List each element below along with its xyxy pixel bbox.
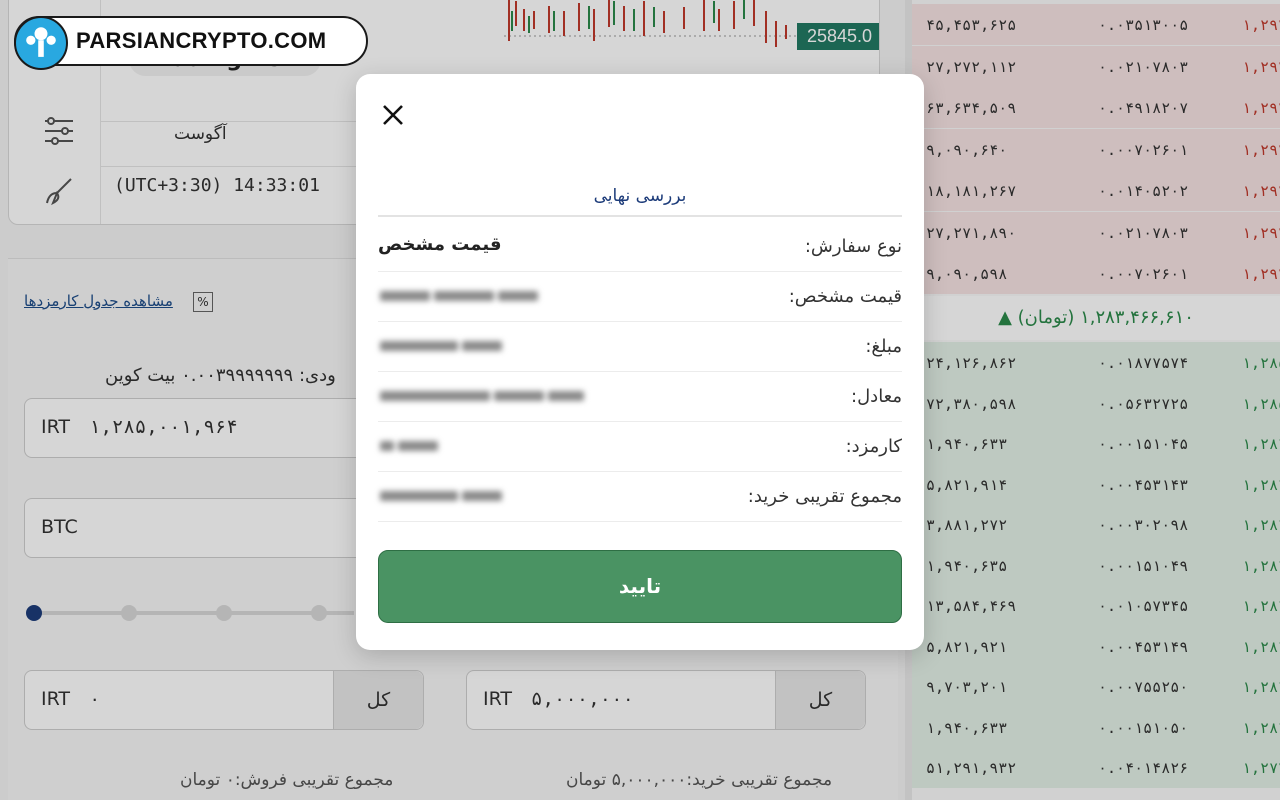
approx-total-label: مجموع تقریبی خرید: — [747, 486, 902, 507]
logo-text: PARSIANCRYPTO.COM — [76, 28, 327, 53]
order-type-value: قیمت مشخص — [378, 234, 502, 255]
redacted-value — [378, 434, 440, 458]
title-divider — [378, 215, 902, 217]
amount-row: مبلغ: — [378, 322, 902, 372]
limit-price-row: قیمت مشخص: — [378, 272, 902, 322]
logo-emblem — [14, 16, 68, 70]
fee-label: کارمزد: — [845, 436, 902, 457]
equivalent-row: معادل: — [378, 372, 902, 422]
approx-total-row: مجموع تقریبی خرید: — [378, 472, 902, 522]
order-type-label: نوع سفارش: — [804, 236, 902, 257]
amount-label: مبلغ: — [865, 336, 902, 357]
redacted-value — [378, 284, 540, 308]
redacted-value — [378, 484, 504, 508]
close-icon[interactable] — [378, 100, 408, 130]
redacted-value — [378, 334, 504, 358]
limit-price-label: قیمت مشخص: — [788, 286, 902, 307]
final-review-dialog: بررسی نهایی نوع سفارش: قیمت مشخص قیمت مش… — [356, 74, 924, 650]
order-type-row: نوع سفارش: قیمت مشخص — [378, 222, 902, 272]
redacted-value — [378, 384, 586, 408]
confirm-button[interactable]: تایید — [378, 550, 902, 623]
equivalent-label: معادل: — [851, 386, 902, 407]
tree-icon — [26, 27, 56, 57]
dialog-title: بررسی نهایی — [593, 186, 687, 206]
site-logo-badge: PARSIANCRYPTO.COM — [14, 16, 368, 70]
fee-row: کارمزد: — [378, 422, 902, 472]
